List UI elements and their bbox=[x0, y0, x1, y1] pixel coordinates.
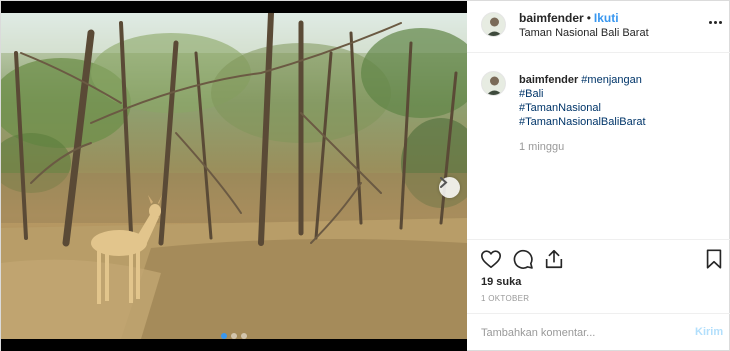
instagram-post: baimfender • Ikuti Taman Nasional Bali Bar… bbox=[0, 0, 730, 351]
location-link[interactable]: Taman Nasional Bali Barat bbox=[519, 27, 649, 39]
likes-count[interactable]: 19 suka bbox=[481, 276, 521, 288]
chevron-right-icon bbox=[440, 177, 448, 188]
header-username[interactable]: baimfender bbox=[519, 11, 584, 25]
post-header: baimfender • Ikuti Taman Nasional Bali Bar… bbox=[467, 1, 730, 53]
post-side-panel: baimfender • Ikuti Taman Nasional Bali Bar… bbox=[467, 1, 730, 351]
comments-area: baimfender #menjangan #Bali #TamanNasiona… bbox=[467, 53, 730, 239]
add-comment-section: Kirim bbox=[467, 313, 730, 351]
post-date[interactable]: 1 OKTOBER bbox=[481, 294, 529, 303]
action-bar bbox=[467, 239, 730, 277]
share-icon bbox=[545, 249, 563, 269]
avatar-image bbox=[482, 72, 505, 95]
separator-dot: • bbox=[586, 11, 591, 25]
hashtag-link[interactable]: #TamanNasionalBaliBarat bbox=[519, 115, 719, 129]
carousel-dot bbox=[231, 333, 237, 339]
follow-button[interactable]: Ikuti bbox=[594, 11, 619, 25]
save-button[interactable] bbox=[703, 248, 725, 270]
carousel-dot-active bbox=[221, 333, 227, 339]
comment-bubble-icon bbox=[513, 249, 533, 269]
carousel-dot bbox=[241, 333, 247, 339]
hashtag-link[interactable]: #TamanNasional bbox=[519, 101, 719, 115]
post-photo[interactable] bbox=[1, 13, 467, 339]
header-user-line: baimfender • Ikuti bbox=[519, 11, 619, 25]
post-caption: baimfender #menjangan #Bali #TamanNasiona… bbox=[519, 73, 719, 129]
bookmark-icon bbox=[706, 249, 722, 269]
post-media bbox=[1, 1, 467, 351]
share-button[interactable] bbox=[543, 248, 565, 270]
caption-avatar[interactable] bbox=[481, 71, 506, 96]
next-slide-button[interactable] bbox=[439, 177, 460, 198]
caption-username[interactable]: baimfender bbox=[519, 74, 578, 86]
comment-input[interactable] bbox=[481, 323, 681, 343]
forest-deer-image bbox=[1, 13, 467, 339]
more-options-icon[interactable] bbox=[705, 15, 725, 29]
caption-time-ago: 1 minggu bbox=[519, 141, 565, 153]
heart-icon bbox=[481, 250, 501, 269]
carousel-indicator bbox=[1, 333, 467, 339]
avatar[interactable] bbox=[481, 12, 506, 37]
like-button[interactable] bbox=[480, 248, 502, 270]
comment-button[interactable] bbox=[512, 248, 534, 270]
hashtag-link[interactable]: #Bali bbox=[519, 87, 719, 101]
post-comment-button[interactable]: Kirim bbox=[695, 326, 723, 338]
avatar-image bbox=[482, 13, 505, 36]
hashtag-link[interactable]: #menjangan bbox=[581, 74, 642, 86]
